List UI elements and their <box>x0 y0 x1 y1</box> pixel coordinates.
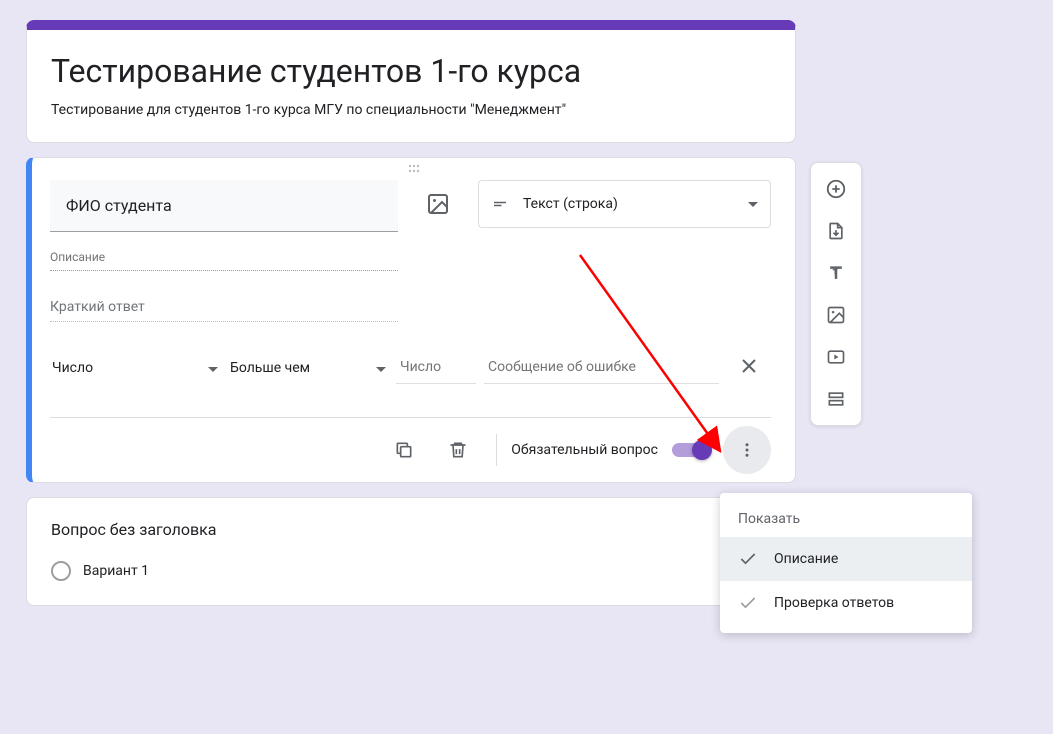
remove-validation-icon[interactable] <box>727 350 771 385</box>
form-header-card: Тестирование студентов 1-го курса Тестир… <box>26 20 796 143</box>
delete-icon[interactable] <box>434 426 482 474</box>
short-answer-placeholder: Краткий ответ <box>50 293 398 322</box>
validation-number-input[interactable] <box>396 351 476 384</box>
popup-item-description[interactable]: Описание <box>720 537 972 581</box>
validation-error-input[interactable] <box>484 351 719 384</box>
question-card-1: Текст (строка) Краткий ответ Число Больш… <box>26 157 796 483</box>
validation-condition-dropdown[interactable]: Больше чем <box>228 352 388 384</box>
required-label: Обязательный вопрос <box>511 442 658 458</box>
required-toggle[interactable] <box>672 443 709 457</box>
option-label: Вариант 1 <box>83 563 149 579</box>
more-options-popup: Показать Описание Проверка ответов <box>720 493 972 633</box>
add-title-icon[interactable] <box>818 255 854 291</box>
validation-type-dropdown[interactable]: Число <box>50 352 220 384</box>
validation-row: Число Больше чем <box>50 350 771 391</box>
popup-header: Показать <box>720 501 972 537</box>
more-vert-icon <box>738 441 756 459</box>
footer-divider <box>496 434 497 466</box>
question-description-input[interactable] <box>50 244 398 271</box>
add-image-icon[interactable] <box>414 180 462 228</box>
add-section-icon[interactable] <box>818 381 854 417</box>
chevron-down-icon <box>208 360 218 376</box>
add-question-icon[interactable] <box>818 171 854 207</box>
drag-handle-icon[interactable] <box>402 164 426 174</box>
floating-toolbar <box>810 162 862 426</box>
import-questions-icon[interactable] <box>818 213 854 249</box>
popup-item-validation[interactable]: Проверка ответов <box>720 581 972 625</box>
duplicate-icon[interactable] <box>380 426 428 474</box>
short-text-icon <box>491 195 509 213</box>
radio-icon <box>51 561 71 581</box>
form-description[interactable]: Тестирование для студентов 1-го курса МГ… <box>51 102 771 118</box>
question-footer: Обязательный вопрос <box>50 417 771 482</box>
chevron-down-icon <box>376 360 386 376</box>
form-title[interactable]: Тестирование студентов 1-го курса <box>51 52 771 90</box>
add-video-icon[interactable] <box>818 339 854 375</box>
chevron-down-icon <box>748 202 758 207</box>
more-options-button[interactable] <box>723 426 771 474</box>
question-type-dropdown[interactable]: Текст (строка) <box>478 180 771 228</box>
question-title-input[interactable] <box>50 180 398 232</box>
add-image-icon[interactable] <box>818 297 854 333</box>
option-row: Вариант 1 <box>51 561 771 581</box>
question-2-title: Вопрос без заголовка <box>51 520 771 539</box>
question-card-2[interactable]: Вопрос без заголовка Вариант 1 <box>26 497 796 606</box>
question-type-label: Текст (строка) <box>523 196 734 212</box>
check-icon <box>738 593 758 613</box>
check-icon <box>738 549 758 569</box>
